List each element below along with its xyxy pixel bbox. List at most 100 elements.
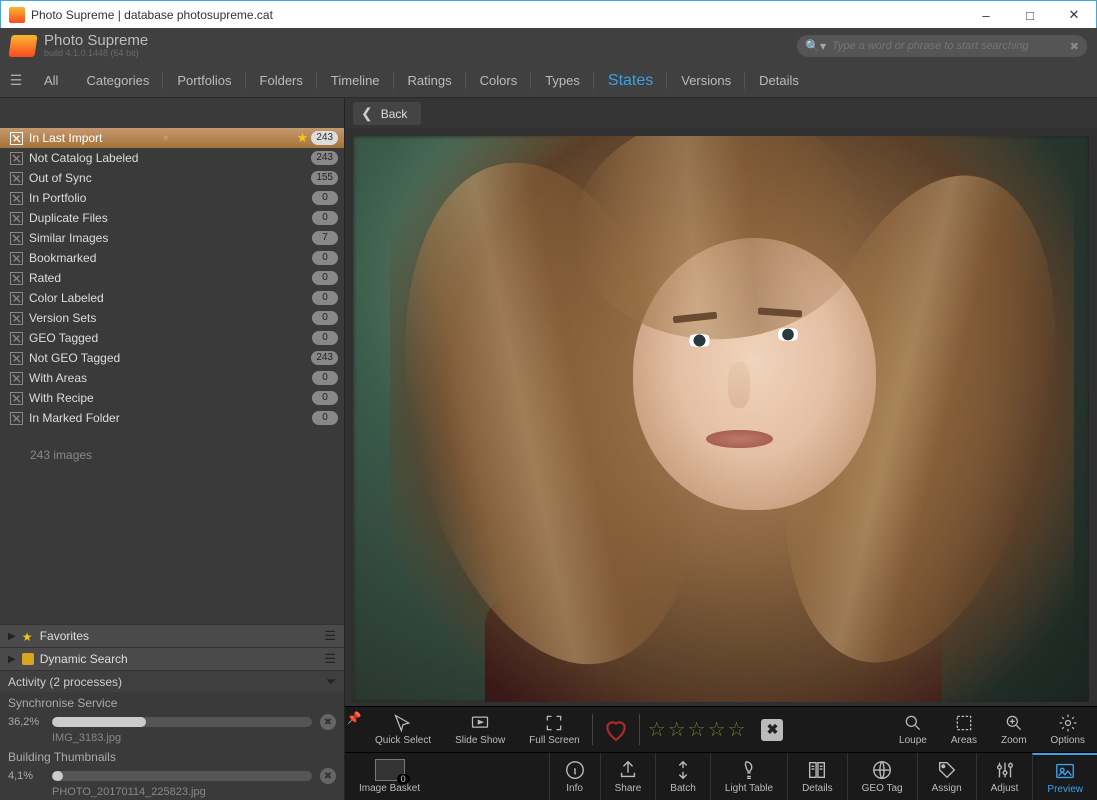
checkbox-icon[interactable] [10, 132, 23, 145]
rating-stars[interactable]: ☆ ☆ ☆ ☆ ☆ [648, 717, 746, 742]
details-button[interactable]: Details [787, 753, 847, 800]
window-minimize-button[interactable]: – [964, 1, 1008, 29]
process-name: Building Thumbnails [8, 750, 336, 764]
cancel-process-button[interactable]: ✖ [320, 714, 336, 730]
favorites-panel[interactable]: ▶ ★ Favorites ☰ [0, 624, 344, 647]
areas-button[interactable]: Areas [939, 707, 989, 752]
star-2[interactable]: ☆ [668, 717, 686, 742]
back-button[interactable]: ❮ Back [353, 102, 421, 125]
search-input[interactable] [832, 40, 1064, 52]
star-1[interactable]: ☆ [648, 717, 666, 742]
state-label: Out of Sync [29, 171, 170, 185]
tab-timeline[interactable]: Timeline [317, 64, 394, 97]
image-basket-button[interactable]: 0 Image Basket [345, 753, 434, 800]
progress-bar [52, 771, 312, 781]
checkbox-icon[interactable] [10, 272, 23, 285]
quick-select-button[interactable]: Quick Select [363, 707, 443, 752]
star-4[interactable]: ☆ [708, 717, 726, 742]
state-item[interactable]: With Areas0 [0, 368, 344, 388]
dynamic-search-panel[interactable]: ▶ Dynamic Search ☰ [0, 647, 344, 670]
checkbox-icon[interactable] [10, 332, 23, 345]
state-item[interactable]: In Marked Folder0 [0, 408, 344, 428]
slide-show-button[interactable]: Slide Show [443, 707, 517, 752]
image-preview[interactable] [353, 136, 1089, 702]
checkbox-icon[interactable] [10, 232, 23, 245]
tab-all[interactable]: All [30, 64, 72, 97]
tab-portfolios[interactable]: Portfolios [163, 64, 245, 97]
checkbox-icon[interactable] [10, 292, 23, 305]
assign-button[interactable]: Assign [917, 753, 976, 800]
state-count-badge: 243 [311, 351, 338, 365]
checkbox-icon[interactable] [10, 192, 23, 205]
menu-button[interactable]: ☰ [6, 72, 26, 89]
state-item[interactable]: Not Catalog Labeled243 [0, 148, 344, 168]
nav-tabs: ☰ All Categories Portfolios Folders Time… [0, 64, 1097, 98]
checkbox-icon[interactable] [10, 212, 23, 225]
adjust-button[interactable]: Adjust [976, 753, 1033, 800]
checkbox-icon[interactable] [10, 372, 23, 385]
state-item[interactable]: Not GEO Tagged243 [0, 348, 344, 368]
reject-button[interactable]: ✖ [761, 719, 783, 741]
state-item[interactable]: Similar Images7 [0, 228, 344, 248]
progress-bar [52, 717, 312, 727]
process-file: PHOTO_20170114_225823.jpg [8, 786, 336, 798]
checkbox-icon[interactable] [10, 412, 23, 425]
full-screen-button[interactable]: Full Screen [517, 707, 592, 752]
tab-versions[interactable]: Versions [667, 64, 745, 97]
search-clear-button[interactable]: ✖ [1070, 40, 1079, 53]
light-table-button[interactable]: Light Table [710, 753, 787, 800]
batch-button[interactable]: Batch [655, 753, 710, 800]
activity-header[interactable]: Activity (2 processes) ⏷ [0, 670, 344, 692]
preview-button[interactable]: Preview [1032, 753, 1097, 800]
panel-menu-icon[interactable]: ☰ [324, 651, 336, 667]
checkbox-icon[interactable] [10, 352, 23, 365]
window-close-button[interactable]: ✕ [1052, 1, 1096, 29]
share-button[interactable]: Share [600, 753, 656, 800]
activity-collapse-icon[interactable]: ⏷ [326, 674, 336, 690]
checkbox-icon[interactable] [10, 152, 23, 165]
state-item[interactable]: Color Labeled0 [0, 288, 344, 308]
tab-states[interactable]: States [594, 64, 667, 97]
state-item[interactable]: With Recipe0 [0, 388, 344, 408]
basket-count: 0 [397, 774, 410, 784]
state-item[interactable]: In Last Import▼★243 [0, 128, 344, 148]
state-count-badge: 0 [312, 251, 338, 265]
favorite-heart-button[interactable] [599, 715, 633, 745]
window-maximize-button[interactable]: □ [1008, 1, 1052, 29]
loupe-button[interactable]: Loupe [887, 707, 939, 752]
state-item[interactable]: Rated0 [0, 268, 344, 288]
state-item[interactable]: Out of Sync155 [0, 168, 344, 188]
checkbox-icon[interactable] [10, 252, 23, 265]
star-icon: ★ [297, 130, 309, 146]
checkbox-icon[interactable] [10, 312, 23, 325]
tab-colors[interactable]: Colors [466, 64, 532, 97]
tab-ratings[interactable]: Ratings [394, 64, 466, 97]
tab-details[interactable]: Details [745, 64, 813, 97]
panel-menu-icon[interactable]: ☰ [324, 628, 336, 644]
state-item[interactable]: Bookmarked 0 [0, 248, 344, 268]
state-label: In Marked Folder [29, 411, 171, 425]
tab-categories[interactable]: Categories [72, 64, 163, 97]
zoom-button[interactable]: Zoom [989, 707, 1039, 752]
tab-folders[interactable]: Folders [246, 64, 317, 97]
state-count-badge: 243 [311, 151, 338, 165]
search-box[interactable]: 🔍▾ ✖ [797, 35, 1087, 57]
geo-tag-button[interactable]: GEO Tag [847, 753, 917, 800]
options-button[interactable]: Options [1039, 707, 1097, 752]
state-item[interactable]: GEO Tagged0 [0, 328, 344, 348]
tab-types[interactable]: Types [531, 64, 594, 97]
image-count: 243 images [0, 428, 344, 462]
cancel-process-button[interactable]: ✖ [320, 768, 336, 784]
state-label: Bookmarked [29, 251, 171, 265]
info-button[interactable]: Info [549, 753, 600, 800]
checkbox-icon[interactable] [10, 172, 23, 185]
state-item[interactable]: In Portfolio0 [0, 188, 344, 208]
pin-icon[interactable]: 📌 [345, 707, 363, 725]
state-item[interactable]: Version Sets0 [0, 308, 344, 328]
star-3[interactable]: ☆ [688, 717, 706, 742]
app-logo-icon [8, 35, 37, 57]
state-item[interactable]: Duplicate Files0 [0, 208, 344, 228]
chevron-down-icon[interactable]: ▼ [161, 133, 170, 143]
checkbox-icon[interactable] [10, 392, 23, 405]
star-5[interactable]: ☆ [728, 717, 746, 742]
